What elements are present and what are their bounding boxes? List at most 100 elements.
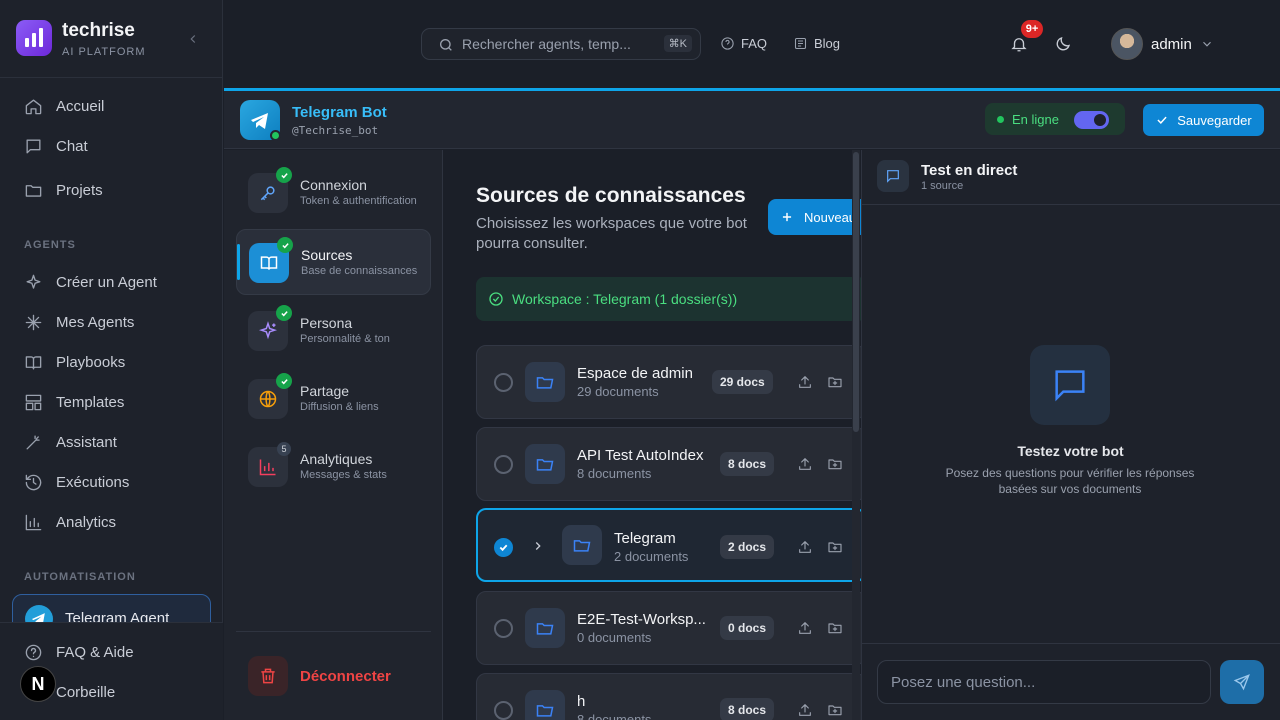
- divider: [0, 77, 223, 78]
- empty-state-title: Testez votre bot: [1017, 443, 1124, 459]
- chat-icon: [26, 138, 41, 154]
- nav-faq-aide[interactable]: FAQ & Aide: [24, 640, 134, 664]
- scrollbar[interactable]: [852, 150, 860, 720]
- folder-plus-icon[interactable]: [827, 374, 843, 390]
- nav-label: Templates: [56, 393, 125, 411]
- bot-handle: @Techrise_bot: [292, 124, 379, 137]
- save-button[interactable]: Sauvegarder: [1143, 104, 1264, 136]
- source-name: API Test AutoIndex: [577, 447, 704, 464]
- nav-label: Accueil: [56, 97, 105, 115]
- upload-icon[interactable]: [797, 456, 813, 472]
- nav-accueil[interactable]: Accueil: [24, 94, 104, 118]
- select-radio[interactable]: [494, 373, 513, 392]
- section-automation-title: AUTOMATISATION: [24, 571, 136, 583]
- asterisk-icon: [25, 314, 42, 330]
- nav-label: Playbooks: [56, 353, 126, 371]
- online-dot: [270, 130, 281, 141]
- upload-icon[interactable]: [797, 539, 813, 555]
- folder-open-icon: [525, 608, 565, 648]
- chart-icon: [25, 514, 42, 530]
- page-description: Choisissez les workspaces que votre bot …: [476, 215, 747, 252]
- upload-icon[interactable]: [797, 702, 813, 718]
- upload-icon[interactable]: [797, 374, 813, 390]
- chevron-right-icon[interactable]: [531, 539, 545, 553]
- source-row[interactable]: Espace de admin 29 documents 29 docs: [476, 345, 866, 419]
- folder-icon: [25, 184, 42, 197]
- send-button[interactable]: [1220, 660, 1264, 704]
- menu-subtitle: Token & authentification: [300, 195, 417, 207]
- folder-plus-icon[interactable]: [827, 620, 843, 636]
- brand-name: techrise: [62, 20, 135, 41]
- moon-icon[interactable]: [1054, 35, 1072, 53]
- nav-analytics[interactable]: Analytics: [24, 510, 116, 534]
- menu-subtitle: Diffusion & liens: [300, 401, 379, 413]
- notification-badge: 9+: [1021, 20, 1043, 38]
- brand-logo[interactable]: [16, 20, 52, 56]
- menu-item-connexion[interactable]: Connexion Token & authentification: [236, 160, 431, 226]
- faq-label: FAQ: [741, 36, 768, 51]
- book-icon: [25, 355, 42, 370]
- chevron-down-icon[interactable]: [1200, 37, 1214, 51]
- faq-link[interactable]: FAQ: [720, 36, 767, 51]
- check-badge-icon: [276, 167, 292, 183]
- online-toggle[interactable]: [1074, 111, 1109, 129]
- menu-title: Partage: [300, 383, 350, 399]
- menu-item-sources[interactable]: Sources Base de connaissances: [236, 229, 431, 295]
- folder-plus-icon[interactable]: [827, 702, 843, 718]
- app-badge[interactable]: N: [20, 666, 56, 702]
- menu-item-analytiques[interactable]: 5 Analytiques Messages & stats: [236, 434, 431, 500]
- select-radio[interactable]: [494, 538, 513, 557]
- user-name[interactable]: admin: [1151, 36, 1192, 53]
- nav-label: Corbeille: [56, 683, 116, 701]
- source-row[interactable]: h 8 documents 8 docs: [476, 673, 866, 720]
- avatar[interactable]: [1111, 28, 1143, 60]
- source-row[interactable]: E2E-Test-Worksp... 0 documents 0 docs: [476, 591, 866, 665]
- chat-input[interactable]: Posez une question...: [877, 660, 1211, 704]
- nav-label: Créer un Agent: [56, 273, 157, 291]
- menu-subtitle: Personnalité & ton: [300, 333, 390, 345]
- wand-icon: [26, 434, 40, 450]
- nav-mes-agents[interactable]: Mes Agents: [24, 310, 134, 334]
- trash-icon[interactable]: [248, 656, 288, 696]
- status-label: En ligne: [1012, 112, 1059, 127]
- bell-icon[interactable]: [1010, 35, 1028, 53]
- select-radio[interactable]: [494, 455, 513, 474]
- nav-projets[interactable]: Projets: [24, 178, 103, 202]
- home-icon: [25, 98, 42, 114]
- folder-plus-icon[interactable]: [827, 539, 843, 555]
- workspace-banner: Workspace : Telegram (1 dossier(s)): [476, 277, 866, 321]
- source-name: Telegram: [614, 530, 676, 547]
- nav-chat[interactable]: Chat: [24, 134, 88, 158]
- menu-title: Persona: [300, 315, 353, 331]
- template-icon: [25, 394, 42, 410]
- source-row[interactable]: API Test AutoIndex 8 documents 8 docs: [476, 427, 866, 501]
- nav-assistant[interactable]: Assistant: [24, 430, 117, 454]
- nav-playbooks[interactable]: Playbooks: [24, 350, 125, 374]
- docs-badge: 0 docs: [720, 616, 775, 640]
- upload-icon[interactable]: [797, 620, 813, 636]
- nav-creer-agent[interactable]: Créer un Agent: [24, 270, 157, 294]
- select-radio[interactable]: [494, 619, 513, 638]
- menu-subtitle: Base de connaissances: [301, 265, 418, 277]
- blog-link[interactable]: Blog: [793, 36, 840, 51]
- folder-plus-icon[interactable]: [827, 456, 843, 472]
- chat-bubble-icon: [1030, 345, 1110, 425]
- folder-open-icon: [525, 444, 565, 484]
- logout-button[interactable]: Déconnecter: [300, 668, 391, 685]
- chat-icon: [877, 160, 909, 192]
- active-indicator: [237, 244, 240, 280]
- search-bar[interactable]: Rechercher agents, temp... ⌘K: [421, 28, 701, 60]
- chat-title: Test en direct: [921, 162, 1018, 179]
- select-radio[interactable]: [494, 701, 513, 720]
- source-count: 8 documents: [577, 712, 652, 720]
- nav-templates[interactable]: Templates: [24, 390, 124, 414]
- collapse-sidebar-icon[interactable]: [186, 32, 200, 46]
- blog-label: Blog: [814, 36, 841, 51]
- history-icon: [25, 474, 42, 490]
- source-row-selected[interactable]: Telegram 2 documents 2 docs: [476, 508, 866, 582]
- menu-item-persona[interactable]: Persona Personnalité & ton: [236, 298, 431, 364]
- docs-badge: 2 docs: [720, 535, 775, 559]
- sparkles-icon: [26, 274, 41, 289]
- menu-item-partage[interactable]: Partage Diffusion & liens: [236, 366, 431, 432]
- nav-executions[interactable]: Exécutions: [24, 470, 129, 494]
